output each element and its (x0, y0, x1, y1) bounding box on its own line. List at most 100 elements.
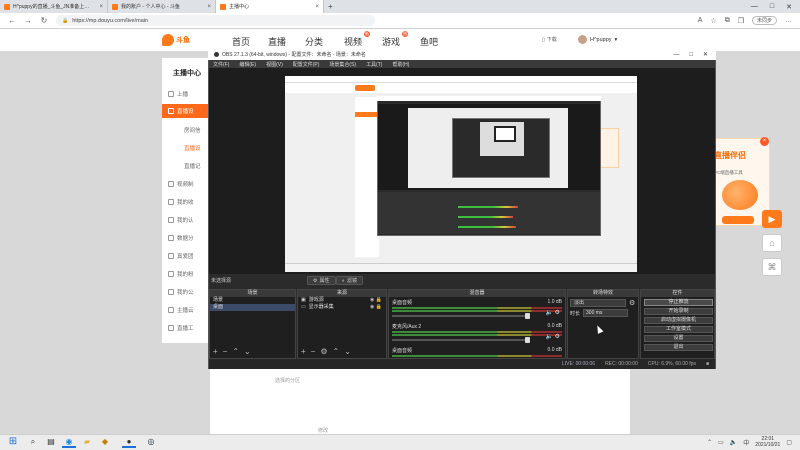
gear-icon[interactable]: ⚙ (320, 347, 327, 356)
close-icon[interactable]: × (315, 4, 319, 10)
maximize-icon[interactable]: □ (770, 3, 774, 10)
scene-item-selected[interactable]: 桌面 (210, 304, 295, 311)
sidebar-subitem-active[interactable]: 直播设 (184, 144, 201, 152)
browser-tab-active[interactable]: 主播中心 × (216, 0, 324, 13)
edge-browser-icon[interactable]: ◉ (62, 436, 76, 448)
transition-select[interactable]: 淡出 (570, 299, 626, 307)
nav-home[interactable]: 首页 (232, 35, 250, 48)
move-down-icon[interactable]: ⌄ (344, 347, 351, 356)
start-recording-button[interactable]: 开始录制 (644, 308, 713, 315)
speaker-gear-icon[interactable]: 🔈 ⚙ (545, 333, 560, 340)
sidebar-item[interactable]: 数据分 (168, 234, 194, 242)
slider-handle[interactable] (525, 337, 530, 343)
file-explorer-icon[interactable]: ▰ (80, 436, 94, 448)
exit-button[interactable]: 退出 (644, 344, 713, 351)
maximize-icon[interactable]: □ (689, 52, 693, 58)
browser-tab[interactable]: H^puppy的直播_斗鱼_JN准备上… × (0, 0, 108, 13)
favorite-star-icon[interactable]: ☆ (710, 17, 716, 25)
extensions-icon[interactable]: ⧉ (725, 17, 730, 25)
steam-icon[interactable]: ◎ (144, 436, 158, 448)
sidebar-item[interactable]: 直播工 (168, 324, 194, 332)
minimize-icon[interactable]: — (751, 3, 758, 10)
url-field[interactable]: 🔒 https://mp.douyu.com/live/main (56, 15, 375, 26)
user-menu[interactable]: H^puppy ▾ (578, 35, 617, 44)
remove-icon[interactable]: − (311, 347, 316, 356)
close-window-icon[interactable]: ✕ (786, 3, 792, 11)
minimize-icon[interactable]: — (673, 52, 679, 58)
menu-file[interactable]: 文件(F) (213, 61, 229, 68)
stop-streaming-button[interactable]: 停止推流 (644, 299, 713, 306)
virtual-camera-button[interactable]: 启动虚拟摄像机 (644, 317, 713, 324)
windows-start-icon[interactable]: ⊞ (6, 436, 20, 448)
menu-scene-collection[interactable]: 场景集合(S) (329, 61, 356, 68)
menu-help[interactable]: 帮助(H) (392, 61, 409, 68)
sidebar-item[interactable]: 我的认 (168, 216, 194, 224)
sidebar-item[interactable]: 我的收 (168, 198, 194, 206)
app-icon[interactable]: ◆ (98, 436, 112, 448)
move-up-icon[interactable]: ⌃ (232, 347, 239, 356)
sidebar-item-active[interactable]: 直播设 (162, 104, 210, 118)
network-icon[interactable]: ▭ (718, 439, 724, 446)
gear-icon[interactable]: ⚙ (629, 299, 635, 307)
modify-link[interactable]: 修改 (318, 427, 328, 434)
visibility-eye-icon[interactable]: ◉ 🔒 (370, 297, 382, 304)
menu-edit[interactable]: 编辑(E) (239, 61, 256, 68)
close-window-icon[interactable]: ✕ (703, 51, 708, 58)
sidebar-item[interactable]: 我的公 (168, 288, 194, 296)
close-icon[interactable]: × (207, 4, 211, 10)
nav-game[interactable]: 游戏热 (382, 31, 409, 48)
add-icon[interactable]: + (213, 347, 218, 356)
source-item[interactable]: ▭ 显示器采集 ◉ 🔒 (298, 304, 386, 311)
browser-tab[interactable]: 我的账户 - 个人中心 - 斗鱼 × (108, 0, 216, 13)
studio-mode-button[interactable]: 工作室模式 (644, 326, 713, 333)
nav-video[interactable]: 视频新 (344, 31, 371, 48)
gamepad-icon[interactable]: ⌘ (762, 258, 782, 276)
back-icon[interactable]: ← (8, 16, 16, 25)
sidebar-item[interactable]: 视频制 (168, 180, 194, 188)
download-link[interactable]: ▯ 下载 (542, 36, 557, 44)
sidebar-item[interactable]: 我的粉 (168, 270, 194, 278)
nav-live[interactable]: 直播 (268, 35, 286, 48)
forward-icon[interactable]: → (24, 16, 32, 25)
move-up-icon[interactable]: ⌃ (333, 347, 340, 356)
close-icon[interactable]: × (760, 137, 769, 146)
nav-fishbar[interactable]: 鱼吧 (420, 35, 438, 48)
slider-handle[interactable] (525, 313, 530, 319)
sync-button[interactable]: 未同步 (751, 16, 777, 25)
filters-button[interactable]: ◐ 滤镜 (336, 276, 364, 285)
volume-slider[interactable] (392, 337, 530, 343)
add-icon[interactable]: + (301, 347, 306, 356)
volume-icon[interactable]: 🔈 (730, 439, 737, 446)
menu-tools[interactable]: 工具(T) (366, 61, 382, 68)
douyu-logo[interactable]: 斗鱼 (162, 32, 198, 47)
menu-view[interactable]: 视图(V) (266, 61, 283, 68)
speaker-gear-icon[interactable]: 🔈 ⚙ (545, 309, 560, 316)
search-icon[interactable]: ⌕ (26, 436, 40, 448)
scene-item[interactable]: 场景 (210, 297, 295, 304)
duration-input[interactable]: 300 ms (583, 309, 628, 317)
notifications-icon[interactable]: ▢ (786, 439, 792, 446)
menu-profile[interactable]: 配置文件(P) (293, 61, 320, 68)
chevron-up-icon[interactable]: ⌃ (707, 439, 712, 446)
sidebar-subitem[interactable]: 直播记 (184, 162, 201, 170)
sidebar-item[interactable]: 主播云 (168, 306, 194, 314)
source-item[interactable]: ▣ 游戏源 ◉ 🔒 (298, 297, 386, 304)
sidebar-subitem[interactable]: 房间信 (184, 126, 201, 134)
settings-button[interactable]: 设置 (644, 335, 713, 342)
promo-download-button[interactable] (722, 216, 754, 224)
remove-icon[interactable]: − (223, 347, 228, 356)
obs-icon[interactable]: ● (122, 436, 136, 448)
task-view-icon[interactable]: ▤ (44, 436, 58, 448)
new-tab-icon[interactable]: + (324, 2, 337, 11)
volume-slider[interactable] (392, 313, 530, 319)
properties-button[interactable]: ⚙ 属性 (307, 276, 336, 285)
clock[interactable]: 22:01 2021/10/21 (755, 436, 780, 448)
visibility-eye-icon[interactable]: ◉ 🔒 (370, 304, 382, 311)
refresh-icon[interactable]: ↻ (40, 16, 48, 25)
close-icon[interactable]: × (99, 4, 103, 10)
collections-icon[interactable]: ❒ (738, 17, 744, 25)
input-method-icon[interactable]: 中 (743, 438, 749, 447)
read-aloud-icon[interactable]: A (698, 17, 703, 24)
play-icon[interactable]: ▶ (762, 210, 782, 228)
sidebar-item[interactable]: 真爱团 (168, 252, 194, 260)
